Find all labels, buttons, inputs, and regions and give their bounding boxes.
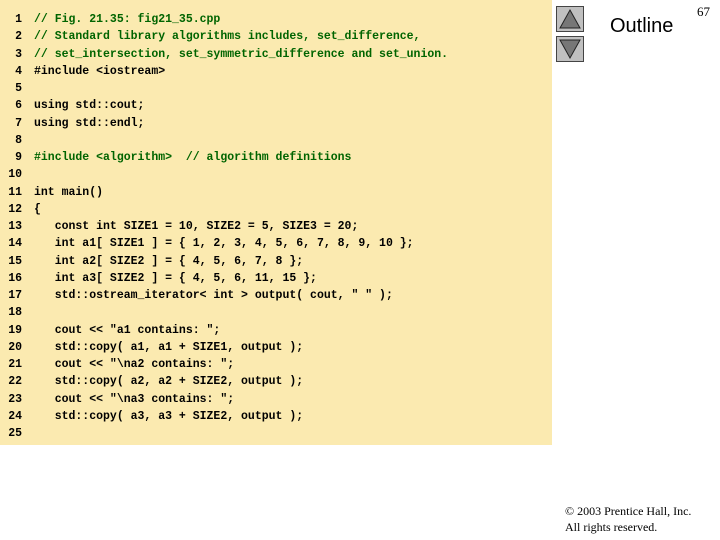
line-number: 2 xyxy=(15,30,22,44)
line-number: 22 xyxy=(8,375,22,389)
copyright-line-2: All rights reserved. xyxy=(565,520,658,534)
code-text: int a2[ SIZE2 ] = { 4, 5, 6, 7, 8 }; xyxy=(34,254,304,268)
line-number: 25 xyxy=(8,427,22,440)
line-number: 13 xyxy=(8,220,22,233)
code-text: using std::cout; xyxy=(34,99,145,113)
code-text: // set_intersection, set_symmetric_diffe… xyxy=(34,47,449,61)
code-listing: 1 // Fig. 21.35: fig21_35.cpp 2 // Standard… xyxy=(0,0,552,445)
line-number: 18 xyxy=(8,306,22,320)
copyright-line-1: © 2003 Prentice Hall, Inc. xyxy=(565,504,692,518)
line-number: 15 xyxy=(8,254,22,268)
copyright-notice: © 2003 Prentice Hall, Inc. All rights re… xyxy=(565,503,691,535)
outline-label: Outline xyxy=(610,15,674,37)
code-text: int a1[ SIZE1 ] = { 1, 2, 3, 4, 5, 6, 7,… xyxy=(34,237,414,251)
line-number: 9 xyxy=(15,151,22,164)
line-number: 7 xyxy=(15,116,22,130)
code-text: // Standard library algorithms includes,… xyxy=(34,30,421,44)
triangle-up-icon xyxy=(559,8,581,29)
line-number: 10 xyxy=(8,168,22,182)
line-number: 23 xyxy=(8,392,22,406)
code-text: std::copy( a1, a1 + SIZE1, output ); xyxy=(34,340,304,354)
next-slide-button[interactable] xyxy=(556,36,584,62)
code-text: { xyxy=(34,202,41,216)
code-text: cout << "a1 contains: "; xyxy=(34,323,221,337)
line-number: 19 xyxy=(8,323,22,337)
code-text: int a3[ SIZE2 ] = { 4, 5, 6, 11, 15 }; xyxy=(34,271,317,285)
previous-slide-button[interactable] xyxy=(556,6,584,32)
line-number: 21 xyxy=(8,358,22,371)
line-number: 24 xyxy=(8,409,22,423)
code-text: cout << "\na3 contains: "; xyxy=(34,392,235,406)
line-number: 8 xyxy=(15,133,22,147)
line-number: 5 xyxy=(15,82,22,95)
line-number: 6 xyxy=(15,99,22,113)
code-text: std::copy( a2, a2 + SIZE2, output ); xyxy=(34,375,304,389)
line-number: 17 xyxy=(8,289,22,302)
line-number: 12 xyxy=(8,202,22,216)
code-text: std::copy( a3, a3 + SIZE2, output ); xyxy=(34,409,304,423)
line-number: 4 xyxy=(15,64,22,78)
page-number: 67 xyxy=(697,4,710,19)
triangle-down-icon xyxy=(559,39,581,60)
code-text: #include <algorithm> // algorithm defini… xyxy=(34,151,352,164)
line-number: 16 xyxy=(8,271,22,285)
code-text: // Fig. 21.35: fig21_35.cpp xyxy=(34,13,221,26)
code-text: std::ostream_iterator< int > output( cou… xyxy=(34,289,393,302)
code-text: cout << "\na2 contains: "; xyxy=(34,358,235,371)
code-text: #include <iostream> xyxy=(34,64,166,78)
code-text: int main() xyxy=(34,185,104,199)
line-number: 20 xyxy=(8,340,22,354)
line-number: 14 xyxy=(8,237,22,251)
line-number: 1 xyxy=(15,13,22,26)
code-text: using std::endl; xyxy=(34,116,145,130)
line-number: 11 xyxy=(8,185,22,199)
line-number: 3 xyxy=(15,47,22,61)
code-text: const int SIZE1 = 10, SIZE2 = 5, SIZE3 =… xyxy=(34,220,359,233)
